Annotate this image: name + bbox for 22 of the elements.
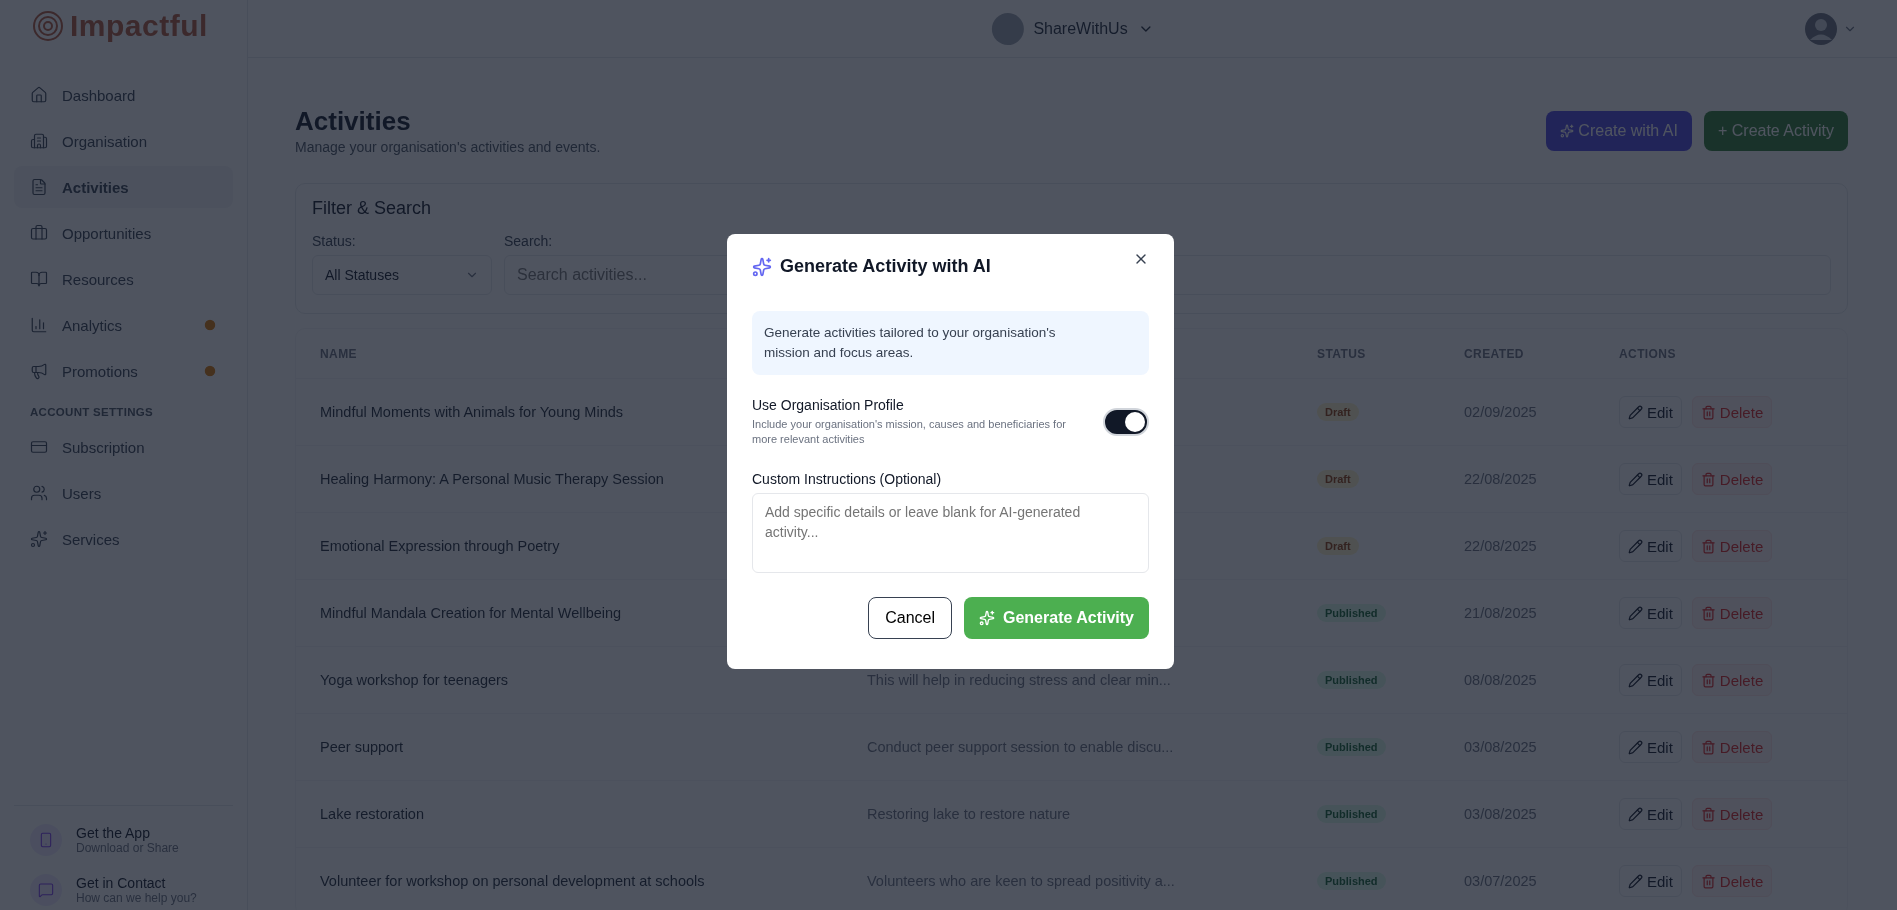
card-title: Filter & Search (312, 198, 433, 219)
sparkles-icon (752, 256, 772, 277)
toggle-switch[interactable] (1103, 408, 1149, 436)
info-banner: Generate activities tailored to your organisation's mission and focus areas. (752, 311, 1149, 375)
table-cell: Volunteer for workshop on personal development at schools (320, 873, 705, 889)
page-title: Activities (295, 106, 412, 137)
toggle-hint: Include your organisation's mission, causes and beneficiaries for more relevant activities (752, 417, 1067, 447)
toggle-label: Use Organisation Profile (752, 397, 905, 413)
table-cell: Peer support (320, 739, 404, 755)
table-cell: Healing Harmony: A Personal Music Therapy Session (320, 471, 664, 487)
table-cell: Mindful Mandala Creation for Mental Wellbeing (320, 605, 622, 621)
sparkles-icon (979, 610, 995, 626)
table-cell: Mindful Moments with Animals for Young Minds (320, 404, 624, 420)
generate-button[interactable]: Generate Activity (964, 597, 1149, 639)
modal-title: Generate Activity with AI (780, 256, 992, 277)
table-cell: Emotional Expression through Poetry (320, 538, 560, 554)
table-cell: Lake restoration (320, 806, 424, 822)
table-cell: Yoga workshop for teenagers (320, 672, 509, 688)
cancel-button[interactable]: Cancel (868, 597, 952, 639)
instructions-field[interactable]: Add specific details or leave blank for AI-generated activity... (752, 493, 1149, 573)
field-label: Custom Instructions (Optional) (752, 471, 943, 487)
organisation-switcher[interactable]: ShareWithUs (985, 11, 1160, 46)
